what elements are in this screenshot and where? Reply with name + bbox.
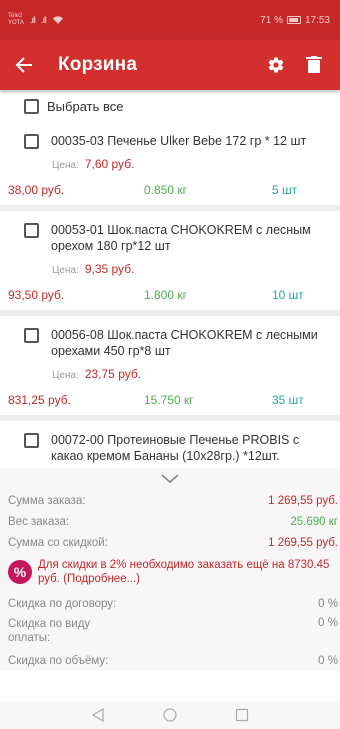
payment-discount-row: Скидка по виду оплаты: 0 % [0,614,340,650]
triangle-back-icon [92,708,104,722]
item-sum: 93,50 руб. [8,288,65,302]
contract-discount-row: Скидка по договору: 0 % [0,593,340,614]
select-all-checkbox[interactable] [24,98,39,114]
carrier-secondary: YOTA [8,20,24,26]
item-price: 23,75 руб. [84,367,142,381]
item-name: 00035-03 Печенье Ulker Bebe 172 гр * 12 … [51,134,307,148]
item-sum: 831,25 руб. [8,393,71,407]
cart-item[interactable]: 00035-03 Печенье Ulker Bebe 172 гр * 12 … [0,122,340,205]
carrier-name: Tele2 [8,13,23,19]
item-checkbox[interactable] [24,328,39,343]
discount-sum-value: 1 269,55 руб. [268,536,338,549]
signal-icon: .ıll [29,15,36,25]
summary-toggle[interactable] [0,468,340,490]
item-name: 00053-01 Шок.паста CHOKOKREM с лесным ор… [51,223,311,253]
item-qty: 35 шт [272,393,304,407]
cart-item[interactable]: 00053-01 Шок.паста CHOKOKREM с лесным ор… [0,211,340,310]
order-weight-value: 25.690 кг [290,515,338,528]
order-sum-row: Сумма заказа: 1 269,55 руб. [0,490,340,511]
item-price: 7,60 руб. [84,157,135,171]
signal-icon-2: .ıll [40,15,47,25]
page-title: Корзина [58,54,138,75]
price-label: Цена: [52,265,79,276]
item-name: 00072-00 Протеиновые Печенье PROBIS с ка… [51,433,300,463]
wifi-icon [52,16,63,24]
app-bar: Корзина [0,40,340,90]
volume-discount-label: Скидка по объёму: [8,654,109,667]
price-label: Цена: [52,370,79,381]
cart-list: 00035-03 Печенье Ulker Bebe 172 гр * 12 … [0,122,340,468]
back-button[interactable] [12,53,36,77]
order-sum-label: Сумма заказа: [8,494,86,507]
cart-item[interactable]: 00056-08 Шок.паста CHOKOKREM с лесными о… [0,316,340,415]
item-qty: 10 шт [272,288,304,302]
nav-home-button[interactable] [160,705,180,725]
contract-discount-label: Скидка по договору: [8,597,117,610]
delete-button[interactable] [300,51,328,79]
contract-discount-value: 0 % [318,597,338,610]
item-checkbox[interactable] [24,433,39,448]
trash-icon [306,56,322,73]
system-nav-bar [0,701,340,729]
nav-back-button[interactable] [88,705,108,725]
carrier: Tele2 YOTA [8,13,24,27]
select-all-label: Выбрать все [47,98,124,114]
volume-discount-value: 0 % [318,654,338,667]
order-sum-value: 1 269,55 руб. [268,494,338,507]
order-weight-label: Вес заказа: [8,515,70,528]
discount-promo[interactable]: % Для скидки в 2% необходимо заказать ещ… [0,555,340,589]
item-weight: 0.850 кг [144,183,187,197]
item-qty: 5 шт [272,183,298,197]
item-sum: 38,00 руб. [8,183,65,197]
square-recents-icon [235,708,249,722]
select-all-row[interactable]: Выбрать все [0,90,340,122]
promo-text[interactable]: Для скидки в 2% необходимо заказать ещё … [38,558,334,586]
battery-icon [286,16,301,24]
volume-discount-row: Скидка по объёму: 0 % [0,650,340,671]
settings-button[interactable] [262,51,290,79]
clock: 17:53 [304,14,330,26]
item-checkbox[interactable] [24,134,39,149]
status-right: 71 % 17:53 [260,15,330,26]
chevron-down-icon [161,474,179,484]
cart-item[interactable]: 00072-00 Протеиновые Печенье PROBIS с ка… [0,421,340,468]
status-left: Tele2 YOTA .ıll .ıll [8,13,64,27]
item-price: 9,35 руб. [84,262,135,276]
discount-sum-row: Сумма со скидкой: 1 269,55 руб. [0,532,340,553]
status-bar: Tele2 YOTA .ıll .ıll 71 % 17:53 [0,0,340,40]
gear-icon [268,57,284,73]
percent-icon: % [8,560,32,584]
circle-home-icon [163,708,177,722]
price-label: Цена: [52,160,79,171]
item-weight: 15.750 кг [144,393,194,407]
item-weight: 1.800 кг [144,288,187,302]
order-summary: Сумма заказа: 1 269,55 руб. Вес заказа: … [0,468,340,671]
payment-discount-label: Скидка по виду оплаты: [8,618,91,644]
discount-sum-label: Сумма со скидкой: [8,536,108,549]
item-name: 00056-08 Шок.паста CHOKOKREM с лесными о… [51,328,318,358]
battery-percent: 71 % [260,14,283,26]
payment-discount-value: 0 % [318,617,338,629]
order-weight-row: Вес заказа: 25.690 кг [0,511,340,532]
arrow-back-icon [15,57,32,73]
item-checkbox[interactable] [24,223,39,238]
nav-recents-button[interactable] [232,705,252,725]
